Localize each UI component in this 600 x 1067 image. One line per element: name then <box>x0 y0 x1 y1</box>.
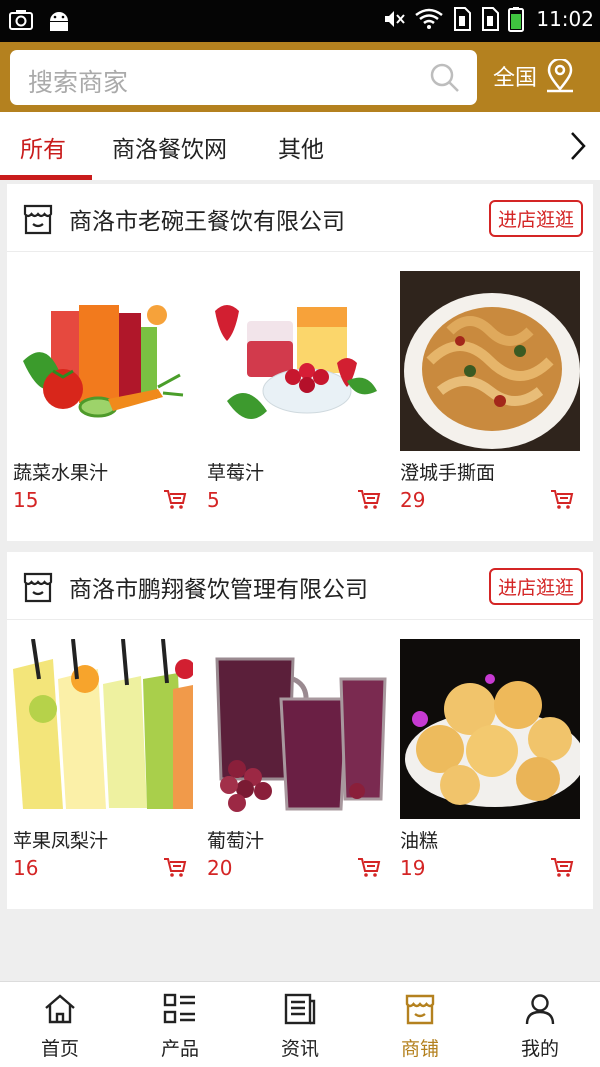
nav-home-label: 首页 <box>40 1038 79 1060</box>
product-name: 葡萄汁 <box>207 830 265 852</box>
home-icon <box>45 994 75 1024</box>
tab-shangluo-catering[interactable]: 商洛餐饮网 <box>112 130 227 164</box>
shop-icon <box>23 572 53 603</box>
shop-icon <box>23 204 53 235</box>
product-image-strawberry-juice[interactable] <box>207 271 387 451</box>
product-name: 苹果凤梨汁 <box>13 830 109 852</box>
sim-2-icon <box>482 7 500 31</box>
nav-shops[interactable]: 商铺 <box>360 992 480 1061</box>
shop-name: 商洛市老碗王餐饮有限公司 <box>69 209 345 235</box>
category-tabs: 所有 商洛餐饮网 其他 <box>0 112 600 180</box>
mute-icon <box>385 11 406 27</box>
shop-card: 商洛市鹏翔餐饮管理有限公司 进店逛逛 苹果凤梨汁 16 葡萄汁 20 油糕 19 <box>7 552 593 909</box>
search-icon[interactable] <box>429 62 461 94</box>
search-placeholder: 搜索商家 <box>28 68 129 97</box>
nav-profile[interactable]: 我的 <box>480 992 600 1061</box>
nav-products[interactable]: 产品 <box>120 992 240 1061</box>
wifi-icon <box>415 8 444 29</box>
shop-name: 商洛市鹏翔餐饮管理有限公司 <box>69 577 368 603</box>
grid-list-icon <box>163 993 195 1024</box>
chevron-right-icon[interactable] <box>568 130 588 162</box>
sim-1-icon <box>454 7 472 31</box>
add-to-cart-icon[interactable] <box>550 488 574 510</box>
product-item[interactable]: 苹果凤梨汁 16 <box>13 639 193 880</box>
status-bar: 11:02 <box>0 0 600 42</box>
battery-icon <box>508 7 525 32</box>
add-to-cart-icon[interactable] <box>163 856 187 878</box>
shop-header: 商洛市老碗王餐饮有限公司 进店逛逛 <box>7 184 593 252</box>
product-item[interactable]: 蔬菜水果汁 15 <box>13 271 193 512</box>
product-item[interactable]: 葡萄汁 20 <box>207 639 387 880</box>
product-name: 草莓汁 <box>207 462 265 484</box>
nav-home[interactable]: 首页 <box>0 992 120 1061</box>
nav-products-label: 产品 <box>160 1038 199 1060</box>
product-image-apple-pineapple-juice[interactable] <box>13 639 193 819</box>
product-name: 蔬菜水果汁 <box>13 462 109 484</box>
screenshot-icon <box>9 10 33 30</box>
product-item[interactable]: 澄城手撕面 29 <box>400 271 580 512</box>
shop-header: 商洛市鹏翔餐饮管理有限公司 进店逛逛 <box>7 552 593 620</box>
product-name: 澄城手撕面 <box>400 462 496 484</box>
shop-icon <box>405 994 435 1025</box>
shop-card: 商洛市老碗王餐饮有限公司 进店逛逛 蔬菜水果汁 15 草莓汁 5 澄城手撕面 2… <box>7 184 593 541</box>
active-tab-indicator <box>0 175 92 180</box>
tab-all[interactable]: 所有 <box>20 130 66 164</box>
product-image-hand-torn-noodles[interactable] <box>400 271 580 451</box>
region-selector[interactable]: 全国 <box>493 59 575 93</box>
add-to-cart-icon[interactable] <box>163 488 187 510</box>
add-to-cart-icon[interactable] <box>550 856 574 878</box>
clock: 11:02 <box>536 7 594 31</box>
android-icon <box>50 12 68 31</box>
tab-other[interactable]: 其他 <box>278 130 324 164</box>
nav-profile-label: 我的 <box>520 1038 559 1060</box>
add-to-cart-icon[interactable] <box>357 856 381 878</box>
app-header: 搜索商家 全国 <box>0 42 600 112</box>
bottom-navigation: 首页 产品 资讯 商铺 我的 <box>0 981 600 1067</box>
product-image-fried-cakes[interactable] <box>400 639 580 819</box>
enter-shop-button[interactable]: 进店逛逛 <box>488 200 583 237</box>
nav-news-label: 资讯 <box>280 1038 319 1060</box>
product-item[interactable]: 草莓汁 5 <box>207 271 387 512</box>
product-image-vegetable-juice[interactable] <box>13 271 193 451</box>
product-name: 油糕 <box>400 830 439 852</box>
nav-shops-label: 商铺 <box>400 1038 439 1060</box>
location-pin-icon <box>547 59 574 93</box>
nav-news[interactable]: 资讯 <box>240 992 360 1061</box>
product-item[interactable]: 油糕 19 <box>400 639 580 880</box>
user-icon <box>525 994 555 1025</box>
add-to-cart-icon[interactable] <box>357 488 381 510</box>
region-label: 全国 <box>493 66 538 91</box>
product-image-grape-juice[interactable] <box>207 639 387 819</box>
search-input[interactable]: 搜索商家 <box>10 50 477 105</box>
enter-shop-button[interactable]: 进店逛逛 <box>488 568 583 605</box>
news-icon <box>284 993 316 1025</box>
